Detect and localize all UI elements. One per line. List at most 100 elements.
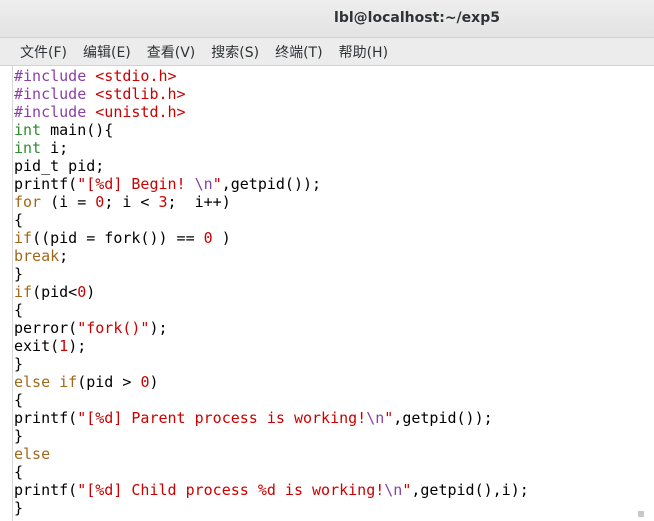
code-line: pid_t pid; bbox=[14, 157, 529, 175]
code-token: exit( bbox=[14, 337, 60, 355]
code-token: } bbox=[14, 265, 24, 283]
code-line: else bbox=[14, 445, 529, 463]
code-line: int main(){ bbox=[14, 121, 529, 139]
code-token: { bbox=[14, 301, 24, 319]
code-token: } bbox=[14, 355, 24, 373]
code-token: else bbox=[14, 373, 51, 391]
code-editor[interactable]: #include <stdio.h> #include <stdlib.h> #in… bbox=[14, 67, 529, 517]
code-token: break bbox=[14, 247, 60, 265]
code-line: } bbox=[14, 355, 529, 373]
code-token: else bbox=[14, 445, 51, 463]
code-token: 0 bbox=[95, 193, 105, 211]
code-token: printf( bbox=[14, 481, 78, 499]
code-token: ; i < bbox=[104, 193, 159, 211]
menu-search[interactable]: 搜索(S) bbox=[204, 42, 266, 62]
code-token: 1 bbox=[59, 337, 69, 355]
code-line: #include <stdio.h> bbox=[14, 67, 529, 85]
code-token: "fork()" bbox=[77, 319, 150, 337]
menu-edit[interactable]: 编辑(E) bbox=[76, 42, 138, 62]
menu-help[interactable]: 帮助(H) bbox=[332, 42, 395, 62]
code-line: else if(pid > 0) bbox=[14, 373, 529, 391]
code-token: #include bbox=[14, 103, 96, 121]
code-token: if bbox=[59, 373, 78, 391]
code-line: } bbox=[14, 427, 529, 445]
code-line: printf("[%d] Child process %d is working… bbox=[14, 481, 529, 499]
code-line: if((pid = fork()) == 0 ) bbox=[14, 229, 529, 247]
terminal-area[interactable]: #include <stdio.h> #include <stdlib.h> #in… bbox=[0, 66, 654, 521]
code-line: exit(1); bbox=[14, 337, 529, 355]
code-line: printf("[%d] Parent process is working!\… bbox=[14, 409, 529, 427]
code-token: " bbox=[402, 481, 412, 499]
code-token: ) bbox=[86, 283, 96, 301]
code-token: "[%d] Begin! bbox=[77, 175, 195, 193]
code-line: printf("[%d] Begin! \n",getpid()); bbox=[14, 175, 529, 193]
code-token: 3 bbox=[158, 193, 168, 211]
code-token: \n bbox=[384, 481, 403, 499]
code-token: ((pid = fork()) == bbox=[32, 229, 204, 247]
code-line: { bbox=[14, 463, 529, 481]
code-line: int i; bbox=[14, 139, 529, 157]
code-line: #include <stdlib.h> bbox=[14, 85, 529, 103]
code-token: "[%d] Parent process is working! bbox=[77, 409, 367, 427]
code-token: } bbox=[14, 499, 24, 517]
menubar: 文件(F) 编辑(E) 查看(V) 搜索(S) 终端(T) 帮助(H) bbox=[0, 38, 654, 66]
code-token: ,getpid()); bbox=[221, 175, 322, 193]
code-token: " bbox=[212, 175, 222, 193]
code-token: #include bbox=[14, 67, 96, 85]
code-token: <unistd.h> bbox=[95, 103, 186, 121]
code-token: (pid< bbox=[32, 283, 78, 301]
code-token: "[%d] Child process %d is working! bbox=[77, 481, 385, 499]
code-token: ); bbox=[68, 337, 87, 355]
code-token: 0 bbox=[77, 283, 87, 301]
code-token: <stdio.h> bbox=[95, 67, 177, 85]
code-token: <stdlib.h> bbox=[95, 85, 186, 103]
menu-terminal[interactable]: 终端(T) bbox=[268, 42, 329, 62]
code-token: (pid > bbox=[77, 373, 141, 391]
window-titlebar[interactable]: lbl@localhost:~/exp5 bbox=[0, 0, 654, 38]
code-line: } bbox=[14, 499, 529, 517]
code-token: { bbox=[14, 211, 24, 229]
code-token: { bbox=[14, 391, 24, 409]
code-token: main(){ bbox=[41, 121, 114, 139]
code-line: { bbox=[14, 211, 529, 229]
code-token: ; i++) bbox=[167, 193, 231, 211]
code-token: i; bbox=[41, 139, 69, 157]
code-token: ,getpid(),i); bbox=[411, 481, 529, 499]
code-token: ); bbox=[149, 319, 168, 337]
code-token: if bbox=[14, 229, 33, 247]
code-token: int bbox=[14, 121, 42, 139]
code-token: ) bbox=[212, 229, 231, 247]
resize-grip[interactable] bbox=[638, 511, 644, 517]
code-token: printf( bbox=[14, 175, 78, 193]
code-token: int bbox=[14, 139, 42, 157]
code-line: } bbox=[14, 265, 529, 283]
window-title: lbl@localhost:~/exp5 bbox=[334, 10, 500, 26]
menu-view[interactable]: 查看(V) bbox=[140, 42, 203, 62]
code-line: { bbox=[14, 301, 529, 319]
code-line: for (i = 0; i < 3; i++) bbox=[14, 193, 529, 211]
code-token: \n bbox=[366, 409, 385, 427]
code-token: ; bbox=[59, 247, 69, 265]
menu-file[interactable]: 文件(F) bbox=[13, 42, 74, 62]
code-token: perror( bbox=[14, 319, 78, 337]
code-line: perror("fork()"); bbox=[14, 319, 529, 337]
code-token: 0 bbox=[203, 229, 213, 247]
code-token: if bbox=[14, 283, 33, 301]
code-token: pid_t pid; bbox=[14, 157, 105, 175]
code-token: ) bbox=[149, 373, 159, 391]
code-token: \n bbox=[194, 175, 213, 193]
editor-left-border bbox=[12, 66, 13, 521]
code-token: } bbox=[14, 427, 24, 445]
code-line: { bbox=[14, 391, 529, 409]
code-line: break; bbox=[14, 247, 529, 265]
code-token: #include bbox=[14, 85, 96, 103]
code-token: ,getpid()); bbox=[393, 409, 493, 427]
code-line: if(pid<0) bbox=[14, 283, 529, 301]
code-token: (i = bbox=[41, 193, 96, 211]
code-token: for bbox=[14, 193, 42, 211]
code-token: " bbox=[384, 409, 394, 427]
code-token: printf( bbox=[14, 409, 78, 427]
code-token: { bbox=[14, 463, 24, 481]
code-line: #include <unistd.h> bbox=[14, 103, 529, 121]
